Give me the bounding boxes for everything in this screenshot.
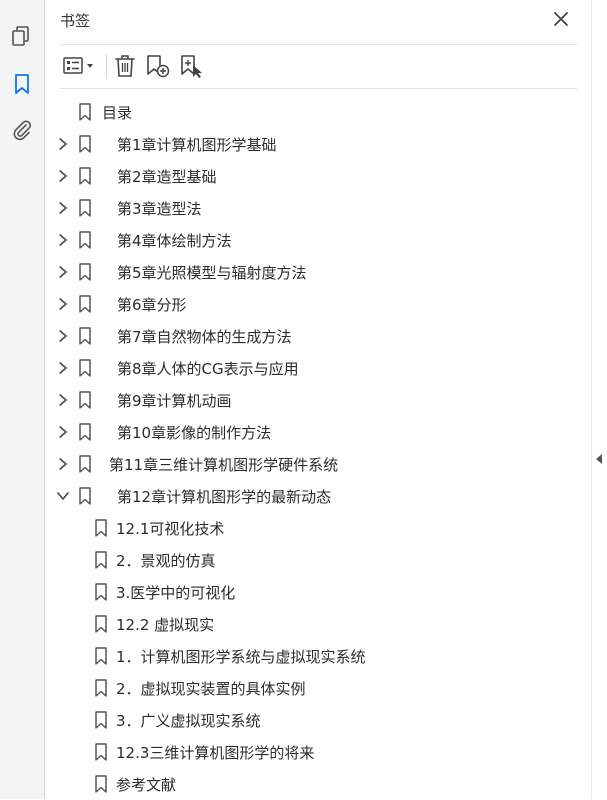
bookmark-item[interactable]: 第1章计算机图形学基础 [46,128,591,160]
bookmark-icon [95,679,107,697]
bookmark-icon [79,103,91,121]
bookmark-label: 第1章计算机图形学基础 [117,136,277,154]
bookmark-icon [95,615,107,633]
bookmark-item[interactable]: 12.1可视化技术 [46,512,591,544]
chevron-right-icon[interactable] [56,265,70,279]
chevron-right-icon[interactable] [56,201,70,215]
bookmark-item[interactable]: 2．虚拟现实装置的具体实例 [46,672,591,704]
bookmark-icon [79,359,91,377]
bookmark-icon [95,551,107,569]
bookmark-item[interactable]: 目录 [46,96,591,128]
bookmark-label: 3．广义虚拟现实系统 [116,712,261,730]
bookmark-icon [95,743,107,761]
chevron-right-icon[interactable] [56,297,70,311]
bookmark-item[interactable]: 第3章造型法 [46,192,591,224]
bookmark-icon [95,583,107,601]
bookmarks-toolbar [58,52,258,82]
bookmark-label: 2．景观的仿真 [116,552,216,570]
bookmark-item[interactable]: 1．计算机图形学系统与虚拟现实系统 [46,640,591,672]
bookmarks-icon[interactable] [10,72,34,96]
bookmark-label: 3.医学中的可视化 [116,584,236,602]
bookmark-icon [79,423,91,441]
bookmark-label: 12.3三维计算机图形学的将来 [116,744,315,762]
bookmark-item[interactable]: 3．广义虚拟现实系统 [46,704,591,736]
bookmark-item[interactable]: 第4章体绘制方法 [46,224,591,256]
bookmark-icon [95,647,107,665]
bookmark-item[interactable]: 第12章计算机图形学的最新动态 [46,480,591,512]
bookmark-item[interactable]: 第8章人体的CG表示与应用 [46,352,591,384]
bookmark-icon [79,295,91,313]
bookmark-item[interactable]: 3.医学中的可视化 [46,576,591,608]
divider [60,88,577,89]
bookmark-label: 第8章人体的CG表示与应用 [117,360,299,378]
new-bookmark-from-structure-button[interactable] [178,52,206,80]
chevron-right-icon[interactable] [56,233,70,247]
bookmark-icon [79,135,91,153]
bookmark-icon [79,263,91,281]
divider [60,44,577,45]
chevron-right-icon[interactable] [56,361,70,375]
bookmark-icon [79,231,91,249]
bookmark-label: 第9章计算机动画 [117,392,232,410]
bookmark-label: 目录 [102,104,133,122]
bookmark-label: 第5章光照模型与辐射度方法 [117,264,307,282]
bookmark-item[interactable]: 第11章三维计算机图形学硬件系统 [46,448,591,480]
bookmark-icon [79,391,91,409]
bookmark-icon [79,167,91,185]
bookmark-label: 第6章分形 [117,296,187,314]
bookmark-icon [79,327,91,345]
bookmark-item[interactable]: 第9章计算机动画 [46,384,591,416]
bookmark-label: 第7章自然物体的生成方法 [117,328,292,346]
bookmark-icon [95,711,107,729]
bookmark-label: 2．虚拟现实装置的具体实例 [116,680,306,698]
options-menu-button[interactable] [60,52,100,80]
chevron-right-icon[interactable] [56,393,70,407]
bookmark-label: 12.2 虚拟现实 [116,616,215,634]
toolbar-divider [106,54,107,78]
bookmark-icon [95,519,107,537]
bookmark-item[interactable]: 第6章分形 [46,288,591,320]
bookmark-label: 参考文献 [116,776,177,794]
bookmark-item[interactable]: 12.2 虚拟现实 [46,608,591,640]
bookmark-item[interactable]: 12.3三维计算机图形学的将来 [46,736,591,768]
bookmark-icon [79,455,91,473]
chevron-down-icon[interactable] [56,489,70,503]
bookmark-label: 第11章三维计算机图形学硬件系统 [109,456,339,474]
bookmark-item[interactable]: 参考文献 [46,768,591,800]
bookmark-label: 第3章造型法 [117,200,202,218]
attachments-icon[interactable] [10,118,34,142]
chevron-right-icon[interactable] [56,425,70,439]
bookmark-icon [95,775,107,793]
panel-title: 书签 [60,12,91,30]
bookmark-item[interactable]: 第7章自然物体的生成方法 [46,320,591,352]
bookmark-item[interactable]: 第2章造型基础 [46,160,591,192]
bookmarks-panel: 书签 目录 第1章计算机图形学基础 第2章造型基础 第3章造型法 第4章体绘制方… [46,0,591,799]
bookmark-item[interactable]: 2．景观的仿真 [46,544,591,576]
bookmark-label: 第4章体绘制方法 [117,232,232,250]
bookmark-item[interactable]: 第10章影像的制作方法 [46,416,591,448]
expand-panel-arrow-icon[interactable] [596,454,602,464]
bookmark-icon [79,199,91,217]
bookmark-label: 第2章造型基础 [117,168,217,186]
bookmark-label: 第12章计算机图形学的最新动态 [117,488,332,506]
new-bookmark-button[interactable] [144,52,172,80]
navigation-rail [0,0,45,799]
chevron-right-icon[interactable] [56,137,70,151]
close-icon[interactable] [552,10,570,28]
bookmark-label: 1．计算机图形学系统与虚拟现实系统 [116,648,366,666]
bookmark-label: 第10章影像的制作方法 [117,424,272,442]
chevron-right-icon[interactable] [56,169,70,183]
bookmark-item[interactable]: 第5章光照模型与辐射度方法 [46,256,591,288]
chevron-right-icon[interactable] [56,457,70,471]
pages-icon[interactable] [10,24,34,48]
delete-bookmark-button[interactable] [112,52,138,80]
bookmark-icon [79,487,91,505]
bookmark-label: 12.1可视化技术 [116,520,225,538]
chevron-right-icon[interactable] [56,329,70,343]
right-panel-strip [591,0,607,799]
